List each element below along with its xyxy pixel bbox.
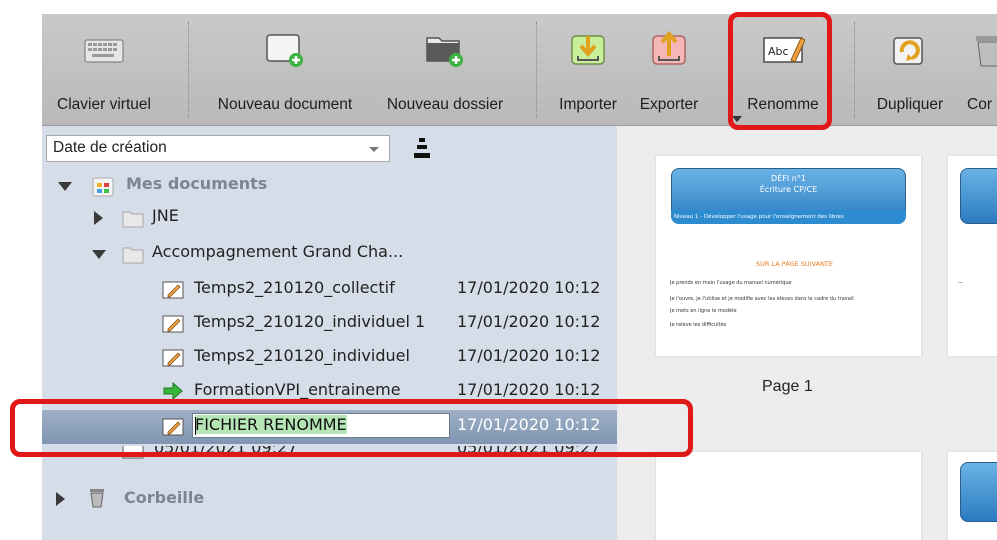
page-thumbnail[interactable] <box>656 452 921 540</box>
trash-icon <box>90 489 104 508</box>
tree-folder-label: JNE <box>152 206 179 225</box>
page-thumbnail[interactable] <box>948 452 997 540</box>
document-header <box>960 462 997 522</box>
expand-right-icon[interactable] <box>56 492 65 506</box>
file-name: Temps2_210120_collectif <box>194 278 395 297</box>
sort-order-icon[interactable] <box>411 135 433 161</box>
tree-folder-accompagnement[interactable]: Accompagnement Grand Cha... <box>42 238 617 270</box>
tree-trash-label: Corbeille <box>124 488 205 507</box>
export-icon <box>652 30 686 65</box>
export-button[interactable]: Exporter <box>626 14 712 126</box>
doc-text-line: — <box>958 280 963 286</box>
doc-text-line: Je l'ouvre, je l'utilise et je modifie a… <box>670 296 854 302</box>
sort-select-value: Date de création <box>53 139 167 156</box>
toolbar-separator <box>854 22 855 118</box>
document-header <box>960 168 997 224</box>
import-icon <box>571 35 605 65</box>
doc-title: DÉFI n°1 <box>771 174 806 183</box>
edit-document-icon <box>162 281 184 299</box>
new-folder-button[interactable]: Nouveau dossier <box>372 14 518 126</box>
file-name: Temps2_210120_individuel <box>194 346 410 365</box>
tree-folder-jne[interactable]: JNE <box>42 202 617 234</box>
import-button[interactable]: Importer <box>544 14 632 126</box>
expand-right-icon[interactable] <box>94 211 103 225</box>
file-date: 17/01/2020 10:12 <box>457 312 601 331</box>
renamed-file-highlight-frame <box>10 399 693 457</box>
import-label: Importer <box>559 96 617 113</box>
tree-file-row[interactable]: Temps2_210120_collectif 17/01/2020 10:12 <box>42 274 617 306</box>
tree-file-row[interactable]: Temps2_210120_individuel 1 17/01/2020 10… <box>42 308 617 340</box>
file-date: 17/01/2020 10:12 <box>457 380 601 399</box>
new-document-label: Nouveau document <box>217 96 353 113</box>
sort-select[interactable]: Date de création <box>46 135 390 162</box>
file-date: 17/01/2020 10:12 <box>457 278 601 297</box>
file-date: 17/01/2020 10:12 <box>457 346 601 365</box>
page-thumbnail[interactable]: DÉFI n°1 Écriture CP/CE Niveau 1 - Dével… <box>656 156 921 356</box>
trash-icon <box>976 36 997 67</box>
expand-down-icon[interactable] <box>58 182 72 191</box>
doc-text-line: Je mets en ligne le modèle <box>670 308 737 314</box>
expand-down-icon[interactable] <box>92 250 106 259</box>
new-folder-label: Nouveau dossier <box>386 96 504 113</box>
folder-icon <box>122 247 144 264</box>
new-document-icon <box>266 34 303 67</box>
tree-root-mes-documents[interactable]: Mes documents <box>42 170 617 202</box>
edit-document-icon <box>162 349 184 367</box>
file-name: FormationVPI_entraineme <box>194 380 401 399</box>
trash-button[interactable]: Cor <box>962 14 997 126</box>
toolbar-separator <box>536 22 537 118</box>
new-folder-icon <box>426 37 463 67</box>
page-label: Page 1 <box>762 378 813 395</box>
doc-banner: Niveau 1 - Développer l'usage pour l'ens… <box>671 210 906 224</box>
toolbar-separator <box>188 22 189 118</box>
chevron-down-icon <box>369 147 379 152</box>
doc-text-line: Je prends en main l'usage du manuel numé… <box>670 280 792 286</box>
doc-section-title: SUR LA PAGE SUIVANTE <box>756 260 834 268</box>
trash-label: Cor <box>967 96 992 113</box>
folder-icon <box>122 211 144 228</box>
rename-highlight-frame <box>728 12 832 130</box>
documents-icon <box>92 177 114 197</box>
virtual-keyboard-label: Clavier virtuel <box>57 96 151 113</box>
file-name: Temps2_210120_individuel 1 <box>194 312 426 331</box>
toolbar: Clavier virtuel Nouveau document Nouveau… <box>42 14 997 126</box>
duplicate-icon <box>893 37 923 65</box>
export-label: Exporter <box>639 96 699 113</box>
doc-subtitle: Écriture CP/CE <box>759 185 818 194</box>
doc-text-line: Je relève les difficultés <box>670 322 727 328</box>
tree-file-row[interactable]: Temps2_210120_individuel 17/01/2020 10:1… <box>42 342 617 374</box>
duplicate-label: Dupliquer <box>876 96 944 113</box>
green-arrow-icon <box>163 381 183 401</box>
tree-trash[interactable]: Corbeille <box>42 484 617 516</box>
keyboard-icon <box>84 39 124 63</box>
virtual-keyboard-button[interactable]: Clavier virtuel <box>42 14 166 126</box>
duplicate-button[interactable]: Dupliquer <box>864 14 956 126</box>
tree-root-label: Mes documents <box>126 174 268 193</box>
tree-folder-label: Accompagnement Grand Cha... <box>152 242 404 261</box>
edit-document-icon <box>162 315 184 333</box>
page-thumbnail[interactable]: — <box>948 156 997 356</box>
new-document-button[interactable]: Nouveau document <box>196 14 374 126</box>
